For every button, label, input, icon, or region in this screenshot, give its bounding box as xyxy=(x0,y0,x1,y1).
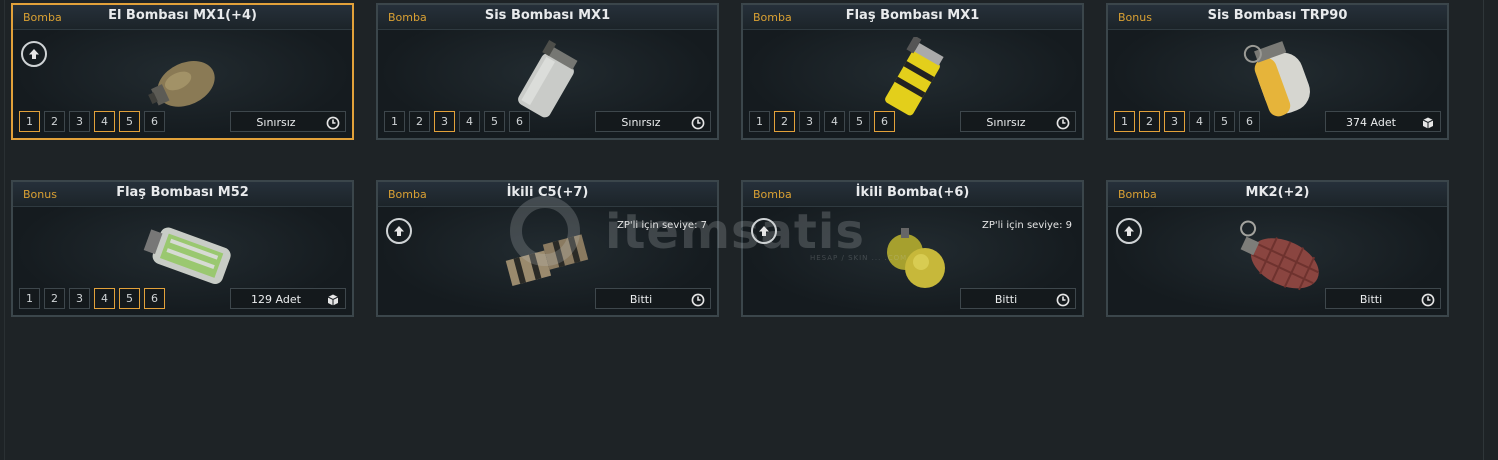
card-title: MK2(+2) xyxy=(1245,185,1310,200)
card-header: Bomba MK2(+2) xyxy=(1108,182,1447,207)
card-header: Bomba Sis Bombası MX1 xyxy=(378,5,717,30)
duration-box: 129 Adet xyxy=(230,288,346,309)
item-card[interactable]: Bonus Flaş Bombası M52 1 2 3 4 5 6 129 Adet xyxy=(11,180,354,317)
level-requirement: ZP'li için seviye: 9 xyxy=(982,220,1072,231)
level-slot[interactable]: 6 xyxy=(1239,111,1260,132)
level-slot[interactable]: 3 xyxy=(799,111,820,132)
duration-box: Sınırsız xyxy=(230,111,346,132)
card-header: Bonus Sis Bombası TRP90 xyxy=(1108,5,1447,30)
level-slots: 123456 xyxy=(19,111,165,132)
box-icon xyxy=(326,292,340,306)
level-slot[interactable]: 6 xyxy=(509,111,530,132)
upgrade-arrow-icon[interactable] xyxy=(21,41,47,67)
level-slot[interactable]: 1 xyxy=(1114,111,1135,132)
level-slot[interactable]: 4 xyxy=(94,288,115,309)
card-header: Bomba Flaş Bombası MX1 xyxy=(743,5,1082,30)
level-slots: 123456 xyxy=(1114,111,1260,132)
item-card[interactable]: Bomba İkili Bomba(+6) ZP'li için seviye: 9… xyxy=(741,180,1084,317)
level-slot[interactable]: 4 xyxy=(1189,111,1210,132)
level-slot[interactable]: 5 xyxy=(849,111,870,132)
duration-label: Bitti xyxy=(994,293,1018,306)
duration-label: Sınırsız xyxy=(621,116,661,129)
duration-label: Sınırsız xyxy=(986,116,1026,129)
level-slot[interactable]: 1 xyxy=(19,288,40,309)
level-slot[interactable]: 2 xyxy=(44,288,65,309)
duration-label: 129 Adet xyxy=(251,293,301,306)
level-slot[interactable]: 6 xyxy=(144,288,165,309)
item-card[interactable]: Bomba El Bombası MX1(+4) 1 2 3 4 5 6 Sınırsız xyxy=(11,3,354,140)
clock-icon xyxy=(326,115,340,130)
item-card[interactable]: Bomba MK2(+2) Bitti xyxy=(1106,180,1449,317)
level-slot[interactable]: 6 xyxy=(874,111,895,132)
card-header: Bomba El Bombası MX1(+4) xyxy=(13,5,352,30)
grenade-frag-brown-icon xyxy=(113,37,253,119)
duration-box: Sınırsız xyxy=(960,111,1076,132)
level-requirement: ZP'li için seviye: 7 xyxy=(617,220,707,231)
smoke-grenade-yellow-icon xyxy=(1208,37,1348,119)
duration-label: Sınırsız xyxy=(256,116,296,129)
card-header: Bomba İkili C5(+7) xyxy=(378,182,717,207)
level-slot[interactable]: 5 xyxy=(1214,111,1235,132)
card-title: İkili C5(+7) xyxy=(506,185,589,200)
card-title: İkili Bomba(+6) xyxy=(855,185,970,200)
duration-box: 374 Adet xyxy=(1325,111,1441,132)
item-card[interactable]: Bonus Sis Bombası TRP90 1 2 3 4 5 6 374 Adet xyxy=(1106,3,1449,140)
level-slot[interactable]: 1 xyxy=(384,111,405,132)
level-slot[interactable]: 2 xyxy=(774,111,795,132)
level-slot[interactable]: 3 xyxy=(434,111,455,132)
duration-box: Sınırsız xyxy=(595,111,711,132)
duration-label: 374 Adet xyxy=(1346,116,1396,129)
right-divider xyxy=(1483,0,1484,460)
level-slots: 123456 xyxy=(384,111,530,132)
card-title: Sis Bombası TRP90 xyxy=(1207,8,1348,23)
upgrade-arrow-icon[interactable] xyxy=(386,218,412,244)
level-slot[interactable]: 2 xyxy=(44,111,65,132)
level-slot[interactable]: 5 xyxy=(119,288,140,309)
card-header: Bonus Flaş Bombası M52 xyxy=(13,182,352,207)
duration-box: Bitti xyxy=(960,288,1076,309)
level-slots: 123456 xyxy=(19,288,165,309)
level-slot[interactable]: 2 xyxy=(1139,111,1160,132)
level-slot[interactable]: 3 xyxy=(69,111,90,132)
level-slots: 123456 xyxy=(749,111,895,132)
left-divider xyxy=(4,0,5,460)
level-slot[interactable]: 1 xyxy=(749,111,770,132)
level-slot[interactable]: 4 xyxy=(459,111,480,132)
grenade-mk2-red-icon xyxy=(1208,214,1348,296)
clock-icon xyxy=(691,115,705,130)
upgrade-arrow-icon[interactable] xyxy=(751,218,777,244)
c5-explosive-icon xyxy=(478,214,618,296)
card-header: Bomba İkili Bomba(+6) xyxy=(743,182,1082,207)
card-title: El Bombası MX1(+4) xyxy=(108,8,257,23)
level-slot[interactable]: 5 xyxy=(119,111,140,132)
level-slot[interactable]: 4 xyxy=(94,111,115,132)
smoke-grenade-white-icon xyxy=(478,37,618,119)
card-title: Flaş Bombası MX1 xyxy=(845,8,980,23)
duration-label: Bitti xyxy=(1359,293,1383,306)
duration-label: Bitti xyxy=(629,293,653,306)
clock-icon xyxy=(691,292,705,307)
level-slot[interactable]: 4 xyxy=(824,111,845,132)
item-card[interactable]: Bomba İkili C5(+7) ZP'li için seviye: 7 Bit… xyxy=(376,180,719,317)
level-slot[interactable]: 2 xyxy=(409,111,430,132)
upgrade-arrow-icon[interactable] xyxy=(1116,218,1142,244)
duration-box: Bitti xyxy=(595,288,711,309)
flash-grenade-yellow-icon xyxy=(843,35,983,119)
flash-grenade-green-icon xyxy=(113,214,253,296)
dual-grenade-yellow-icon xyxy=(843,214,983,296)
item-card[interactable]: Bomba Flaş Bombası MX1 1 2 3 4 5 6 Sınırsız xyxy=(741,3,1084,140)
level-slot[interactable]: 6 xyxy=(144,111,165,132)
clock-icon xyxy=(1056,115,1070,130)
card-title: Flaş Bombası M52 xyxy=(116,185,249,200)
item-card[interactable]: Bomba Sis Bombası MX1 1 2 3 4 5 6 Sınırsız xyxy=(376,3,719,140)
card-title: Sis Bombası MX1 xyxy=(484,8,611,23)
clock-icon xyxy=(1421,292,1435,307)
duration-box: Bitti xyxy=(1325,288,1441,309)
level-slot[interactable]: 3 xyxy=(1164,111,1185,132)
level-slot[interactable]: 3 xyxy=(69,288,90,309)
box-icon xyxy=(1421,115,1435,129)
level-slot[interactable]: 5 xyxy=(484,111,505,132)
clock-icon xyxy=(1056,292,1070,307)
level-slot[interactable]: 1 xyxy=(19,111,40,132)
